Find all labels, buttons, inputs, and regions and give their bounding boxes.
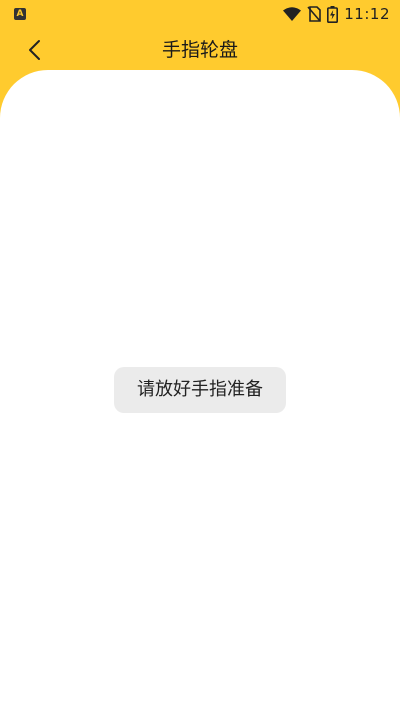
back-button[interactable] bbox=[20, 34, 48, 66]
no-sim-icon bbox=[307, 6, 322, 22]
status-bar: A 11:12 bbox=[0, 0, 400, 27]
status-time: 11:12 bbox=[344, 5, 390, 23]
nav-bar: 手指轮盘 bbox=[0, 28, 400, 72]
battery-charging-icon bbox=[327, 5, 339, 23]
wifi-icon bbox=[283, 7, 302, 21]
chevron-left-icon bbox=[29, 40, 40, 60]
app-notification-icon: A bbox=[14, 8, 26, 20]
page-title: 手指轮盘 bbox=[161, 39, 238, 61]
status-right: 11:12 bbox=[283, 4, 390, 24]
toast-message: 请放好手指准备 bbox=[114, 367, 286, 413]
